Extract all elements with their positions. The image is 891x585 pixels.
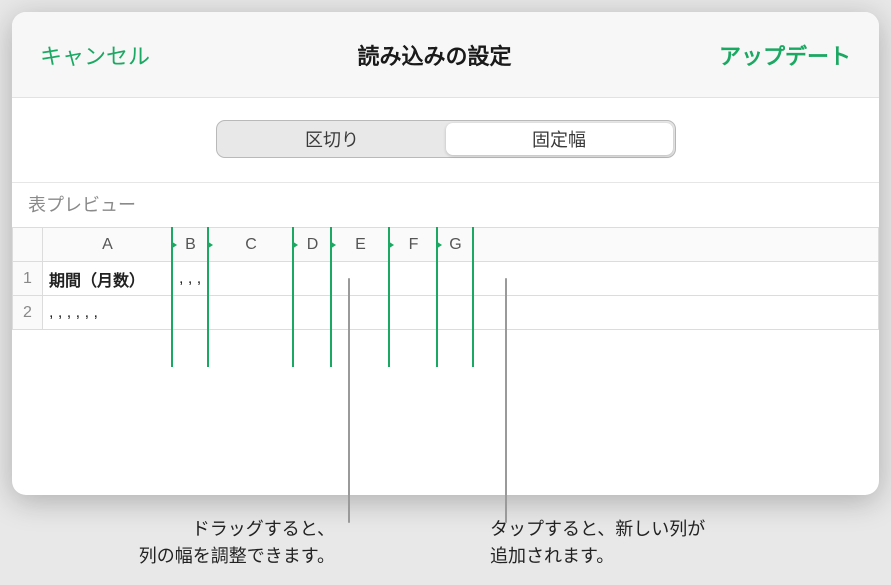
update-button[interactable]: アップデート xyxy=(719,39,851,71)
column-header-rest[interactable] xyxy=(474,228,879,262)
callout-leader-tap xyxy=(505,278,507,523)
callout-tap: タップすると、新しい列が追加されます。 xyxy=(490,516,750,570)
segmented-control: 区切り 固定幅 xyxy=(216,120,676,158)
callouts: ドラッグすると、列の幅を調整できます。 タップすると、新しい列が追加されます。 xyxy=(0,505,891,575)
modal-title: 読み込みの設定 xyxy=(357,39,511,71)
modal-header: キャンセル 読み込みの設定 アップデート xyxy=(12,12,879,98)
cell[interactable] xyxy=(390,296,438,330)
table-corner xyxy=(13,228,43,262)
preview-table: ABCDEFG 1期間（月数）, , , , , 2, , , , , , xyxy=(12,227,879,432)
cell[interactable] xyxy=(209,296,294,330)
preview-label: 表プレビュー xyxy=(12,182,879,227)
cell[interactable] xyxy=(390,262,438,296)
cell[interactable] xyxy=(438,262,474,296)
segment-fixed-width[interactable]: 固定幅 xyxy=(446,123,673,155)
column-header-a[interactable]: A xyxy=(43,228,173,262)
column-header-c[interactable]: C xyxy=(209,228,294,262)
cell[interactable] xyxy=(438,296,474,330)
cell[interactable] xyxy=(294,262,332,296)
cell[interactable]: 期間（月数） xyxy=(43,262,173,296)
column-header-b[interactable]: B xyxy=(173,228,209,262)
cell[interactable]: , , , , , xyxy=(173,262,209,296)
cell[interactable] xyxy=(173,296,209,330)
cell[interactable] xyxy=(294,296,332,330)
table-preview: ABCDEFG 1期間（月数）, , , , , 2, , , , , , xyxy=(12,227,879,432)
column-drag-handle-icon[interactable] xyxy=(390,237,395,253)
cell[interactable]: , , , , , , xyxy=(43,296,173,330)
cancel-button[interactable]: キャンセル xyxy=(40,39,150,71)
import-settings-modal: キャンセル 読み込みの設定 アップデート 区切り 固定幅 表プレビュー ABCD… xyxy=(12,12,879,495)
column-drag-handle-icon[interactable] xyxy=(438,237,443,253)
cell xyxy=(474,262,879,296)
row-header[interactable]: 1 xyxy=(13,262,43,296)
callout-drag: ドラッグすると、列の幅を調整できます。 xyxy=(85,516,335,570)
column-drag-handle-icon[interactable] xyxy=(173,237,178,253)
column-drag-handle-icon[interactable] xyxy=(294,237,299,253)
segmented-control-area: 区切り 固定幅 xyxy=(12,98,879,182)
callout-leader-drag xyxy=(348,278,350,523)
column-header-f[interactable]: F xyxy=(390,228,438,262)
cell[interactable] xyxy=(332,262,390,296)
column-drag-handle-icon[interactable] xyxy=(209,237,214,253)
column-header-g[interactable]: G xyxy=(438,228,474,262)
row-header[interactable]: 2 xyxy=(13,296,43,330)
segment-delimited[interactable]: 区切り xyxy=(219,123,446,155)
cell[interactable] xyxy=(209,262,294,296)
cell[interactable] xyxy=(332,296,390,330)
cell xyxy=(474,296,879,330)
column-drag-handle-icon[interactable] xyxy=(332,237,337,253)
column-header-e[interactable]: E xyxy=(332,228,390,262)
column-header-d[interactable]: D xyxy=(294,228,332,262)
